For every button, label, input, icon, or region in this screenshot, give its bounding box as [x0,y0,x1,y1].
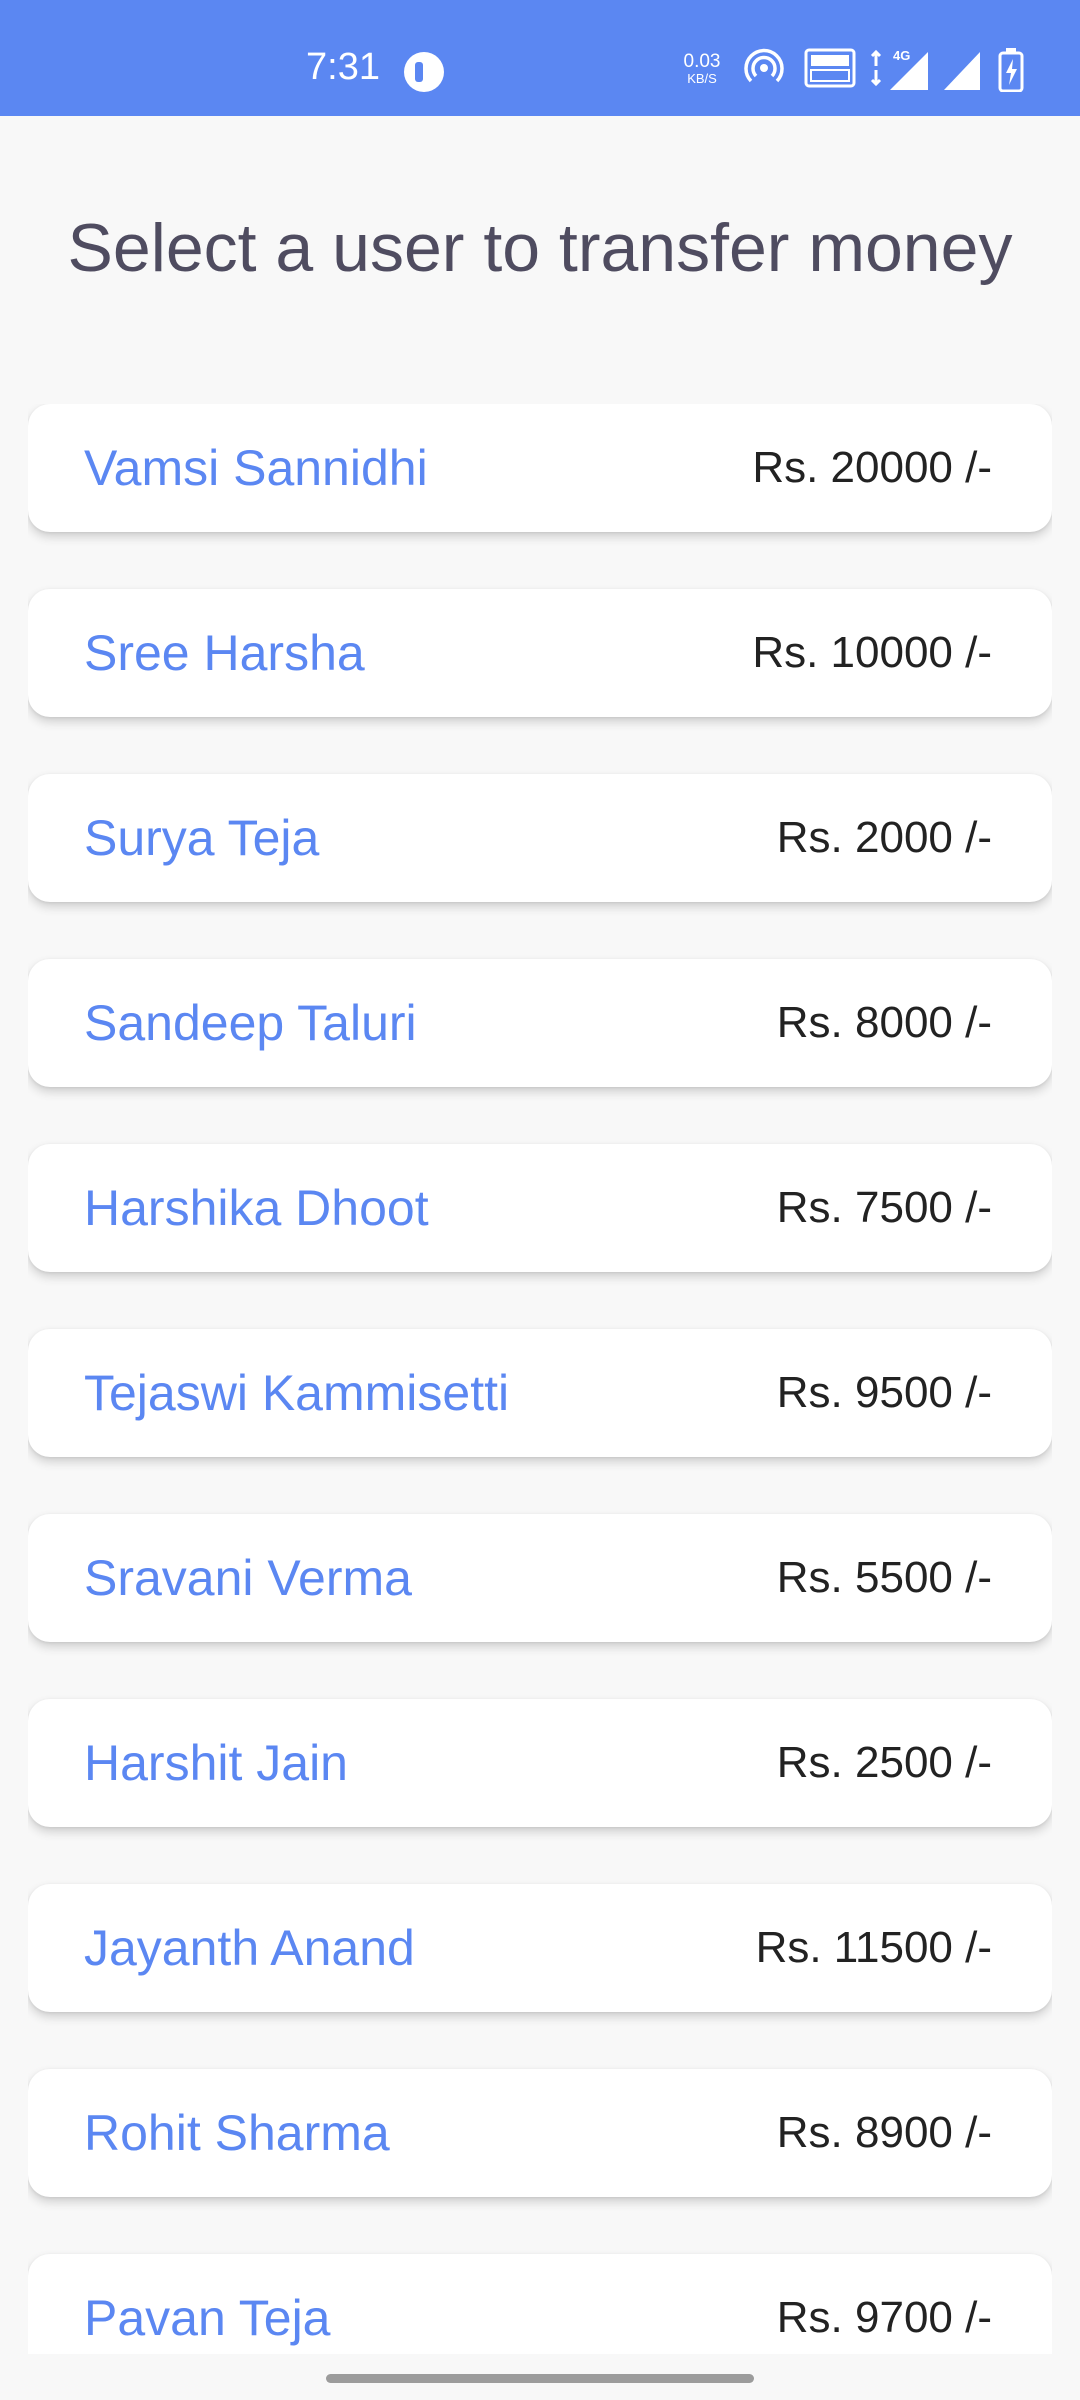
hotspot-icon [744,48,784,83]
network-speed-unit: KB/S [687,71,717,86]
app-notification-icon [404,52,444,92]
user-list: Vamsi Sannidhi Rs. 20000 /- Sree Harsha … [28,404,1052,2354]
user-balance: Rs. 2500 /- [776,1738,992,1787]
status-bar: 7:31 0.03 KB/S 4G [0,0,1080,116]
user-balance: Rs. 5500 /- [776,1553,992,1602]
network-speed-value: 0.03 [683,51,721,72]
user-balance: Rs. 10000 /- [752,628,992,677]
user-balance: Rs. 9500 /- [776,1368,992,1417]
user-card[interactable]: Pavan Teja Rs. 9700 /- [28,2254,1052,2354]
volte-icon [804,48,856,88]
user-card[interactable]: Harshit Jain Rs. 2500 /- [28,1699,1052,1827]
signal-icon [944,52,980,90]
user-name: Sree Harsha [84,625,365,681]
user-name: Jayanth Anand [84,1920,415,1976]
user-balance: Rs. 7500 /- [776,1183,992,1232]
user-card[interactable]: Rohit Sharma Rs. 8900 /- [28,2069,1052,2197]
user-name: Harshit Jain [84,1735,348,1791]
user-name: Harshika Dhoot [84,1180,429,1236]
user-card[interactable]: Sandeep Taluri Rs. 8000 /- [28,959,1052,1087]
user-card[interactable]: Jayanth Anand Rs. 11500 /- [28,1884,1052,2012]
data-4g-icon: 4G [870,48,928,90]
user-name: Sandeep Taluri [84,995,417,1051]
user-balance: Rs. 8000 /- [776,998,992,1047]
svg-text:4G: 4G [893,48,910,63]
user-card[interactable]: Vamsi Sannidhi Rs. 20000 /- [28,404,1052,532]
status-time: 7:31 [306,46,380,88]
user-card[interactable]: Sree Harsha Rs. 10000 /- [28,589,1052,717]
home-gesture-handle[interactable] [326,2374,754,2383]
user-name: Surya Teja [84,810,320,866]
page-title: Select a user to transfer money [67,210,1013,286]
user-name: Vamsi Sannidhi [84,440,428,496]
user-name: Pavan Teja [84,2290,331,2346]
user-card[interactable]: Harshika Dhoot Rs. 7500 /- [28,1144,1052,1272]
navigation-bar [0,2354,1080,2400]
user-balance: Rs. 11500 /- [755,1923,992,1972]
user-card[interactable]: Surya Teja Rs. 2000 /- [28,774,1052,902]
battery-charging-icon [998,48,1024,92]
user-balance: Rs. 20000 /- [752,443,992,492]
user-card[interactable]: Sravani Verma Rs. 5500 /- [28,1514,1052,1642]
user-name: Rohit Sharma [84,2105,390,2161]
user-balance: Rs. 8900 /- [776,2108,992,2157]
user-balance: Rs. 2000 /- [776,813,992,862]
network-speed: 0.03 KB/S [676,52,728,86]
user-balance: Rs. 9700 /- [776,2293,992,2342]
user-name: Tejaswi Kammisetti [84,1365,510,1421]
user-card[interactable]: Tejaswi Kammisetti Rs. 9500 /- [28,1329,1052,1457]
user-name: Sravani Verma [84,1550,412,1606]
